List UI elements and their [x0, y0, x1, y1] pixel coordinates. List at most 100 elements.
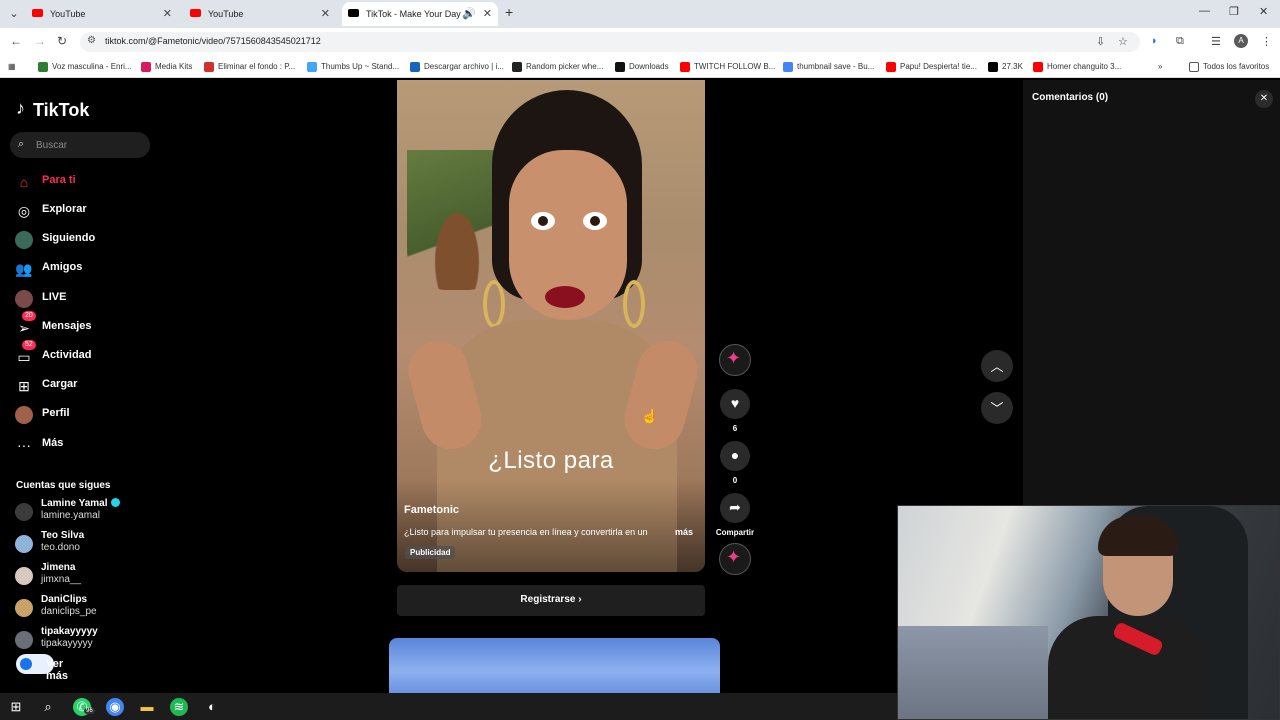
- bookmark-item[interactable]: Downloads: [615, 60, 669, 74]
- extensions-puzzle-icon[interactable]: ⧉: [1176, 35, 1184, 48]
- bookmark-item[interactable]: Random picker whe...: [512, 60, 603, 74]
- bookmark-item[interactable]: Thumbs Up ~ Stand...: [307, 60, 399, 74]
- following-account[interactable]: Lamine Yamal lamine.yamal: [15, 498, 155, 526]
- avatar: [15, 503, 33, 521]
- nav-actividad[interactable]: ▭ 52 Actividad: [15, 340, 155, 368]
- following-account[interactable]: Teo Silva teo.dono: [15, 530, 155, 558]
- following-account[interactable]: DaniClips daniclips_pe: [15, 594, 155, 622]
- nav-live[interactable]: LIVE: [15, 288, 155, 310]
- reload-icon[interactable]: ↻: [57, 34, 67, 48]
- register-button[interactable]: Registrarse ›: [397, 585, 705, 616]
- account-name: Teo Silva: [41, 530, 85, 541]
- nav-mas[interactable]: ··· Más: [15, 434, 155, 456]
- browser-tab-bar: ⌄ YouTube ✕ YouTube ✕ TikTok - Make Your…: [0, 0, 1280, 28]
- bookmarks-bar: ▦ Voz masculina - Enri... Media Kits Eli…: [0, 56, 1280, 78]
- like-button[interactable]: ♥: [720, 389, 750, 419]
- description-more-button[interactable]: más: [675, 527, 693, 537]
- apps-grid-icon[interactable]: ▦: [8, 60, 16, 74]
- bookmark-item[interactable]: thumbnail save - Bu...: [783, 60, 874, 74]
- nav-label: Para ti: [42, 174, 76, 186]
- video-author[interactable]: Fametonic: [404, 504, 459, 516]
- nav-siguiendo[interactable]: Siguiendo: [15, 229, 155, 251]
- bookmark-item[interactable]: 27.3K: [988, 60, 1023, 74]
- comment-button[interactable]: ●: [720, 441, 750, 471]
- chrome-menu-icon[interactable]: ⋮: [1261, 35, 1272, 48]
- tiktok-sidebar: ♪ TikTok ⌕ ⌂ Para ti ◎ Explorar Siguiend…: [0, 80, 160, 693]
- address-bar-row: ← → ↻ ⚙ tiktok.com/@Fametonic/video/7571…: [0, 28, 1280, 56]
- minimize-icon[interactable]: —: [1199, 5, 1210, 17]
- bookmark-label: Descargar archivo | i...: [424, 62, 504, 71]
- whatsapp-badge: 96: [84, 708, 95, 714]
- nav-label: Amigos: [42, 261, 83, 273]
- speaker-icon[interactable]: 🔊: [462, 2, 476, 26]
- nav-amigos[interactable]: 👥 Amigos: [15, 258, 155, 280]
- install-app-icon[interactable]: ⇩: [1096, 35, 1105, 48]
- file-explorer-icon[interactable]: ▬: [138, 698, 156, 716]
- creator-avatar[interactable]: ✦: [719, 344, 751, 376]
- chrome-icon[interactable]: ◉: [106, 698, 124, 716]
- close-icon[interactable]: ✕: [483, 2, 492, 26]
- video-scene: [623, 280, 645, 328]
- previous-video-button[interactable]: ︿: [981, 350, 1013, 382]
- next-video-button[interactable]: ﹀: [981, 392, 1013, 424]
- friends-icon: 👥: [15, 261, 33, 277]
- back-icon[interactable]: ←: [10, 34, 22, 48]
- all-bookmarks-folder[interactable]: Todos los favoritos: [1189, 60, 1269, 74]
- search-input[interactable]: [36, 137, 146, 153]
- browser-tab[interactable]: YouTube ✕: [184, 2, 336, 26]
- bookmark-star-icon[interactable]: ☆: [1118, 35, 1128, 48]
- close-icon[interactable]: ✕: [321, 2, 330, 26]
- video-player[interactable]: ¿Listo para Fametonic ¿Listo para impuls…: [397, 80, 705, 572]
- browser-tab[interactable]: YouTube ✕: [26, 2, 178, 26]
- bookmark-label: Random picker whe...: [526, 62, 604, 71]
- windows-start-icon[interactable]: ⊞: [7, 698, 25, 716]
- nav-explorar[interactable]: ◎ Explorar: [15, 200, 155, 222]
- close-icon[interactable]: ✕: [163, 2, 172, 26]
- obs-icon[interactable]: ◐: [203, 698, 221, 716]
- account-handle: jimxna__: [41, 574, 82, 585]
- site-info-icon[interactable]: ⚙: [87, 35, 96, 46]
- following-account[interactable]: tipakayyyyy tipakayyyyy: [15, 626, 155, 654]
- bookmark-item[interactable]: Voz masculina - Enri...: [38, 60, 132, 74]
- bookmark-label: Voz masculina - Enri...: [52, 62, 132, 71]
- webcam-overlay: [897, 505, 1280, 720]
- share-button[interactable]: ➦: [720, 493, 750, 523]
- bookmark-label: Eliminar el fondo : P...: [218, 62, 296, 71]
- nav-mensajes[interactable]: ➢ 20 Mensajes: [15, 311, 155, 339]
- search-icon[interactable]: ⌕: [18, 138, 24, 151]
- spotify-icon[interactable]: ≋: [170, 698, 188, 716]
- window-close-icon[interactable]: ✕: [1259, 5, 1268, 18]
- more-bookmarks-icon[interactable]: »: [1158, 60, 1162, 74]
- video-scene: [545, 286, 585, 308]
- music-disc[interactable]: ✦: [719, 543, 751, 575]
- bookmark-item[interactable]: Papu! Despierta! tie...: [886, 60, 977, 74]
- bookmark-label: TWITCH FOLLOW B...: [694, 62, 776, 71]
- bookmark-item[interactable]: Eliminar el fondo : P...: [204, 60, 295, 74]
- share-label: Compartir: [715, 528, 755, 537]
- tab-title: YouTube: [50, 9, 86, 19]
- close-comments-icon[interactable]: ✕: [1255, 90, 1273, 108]
- bookmark-item[interactable]: Media Kits: [141, 60, 192, 74]
- url-text[interactable]: tiktok.com/@Fametonic/video/757156084354…: [105, 36, 321, 46]
- bookmark-item[interactable]: Homer changuito 3...: [1033, 60, 1121, 74]
- extension-icon[interactable]: ◗: [1151, 35, 1158, 47]
- next-video-preview[interactable]: [389, 638, 720, 693]
- nav-para-ti[interactable]: ⌂ Para ti: [15, 171, 155, 193]
- restore-icon[interactable]: ❐: [1229, 5, 1239, 18]
- following-account[interactable]: Jimena jimxna__: [15, 562, 155, 590]
- media-control-icon[interactable]: ☰: [1211, 35, 1221, 48]
- avatar: [15, 535, 33, 553]
- nav-perfil[interactable]: Perfil: [15, 404, 155, 426]
- bookmark-item[interactable]: TWITCH FOLLOW B...: [680, 60, 775, 74]
- search-box[interactable]: ⌕: [10, 132, 150, 158]
- upload-icon: ⊞: [18, 378, 30, 394]
- omnibox[interactable]: ⚙ tiktok.com/@Fametonic/video/7571560843…: [80, 32, 1140, 52]
- profile-avatar[interactable]: A: [1234, 34, 1248, 48]
- browser-tab-active[interactable]: TikTok - Make Your Day 🔊 ✕: [342, 2, 498, 26]
- forward-icon[interactable]: →: [34, 34, 46, 48]
- bookmark-item[interactable]: Descargar archivo | i...: [410, 60, 504, 74]
- new-tab-button[interactable]: +: [505, 4, 513, 20]
- nav-cargar[interactable]: ⊞ Cargar: [15, 375, 155, 397]
- search-icon[interactable]: ⌕: [39, 698, 57, 716]
- tab-search-icon[interactable]: ⌄: [6, 6, 22, 22]
